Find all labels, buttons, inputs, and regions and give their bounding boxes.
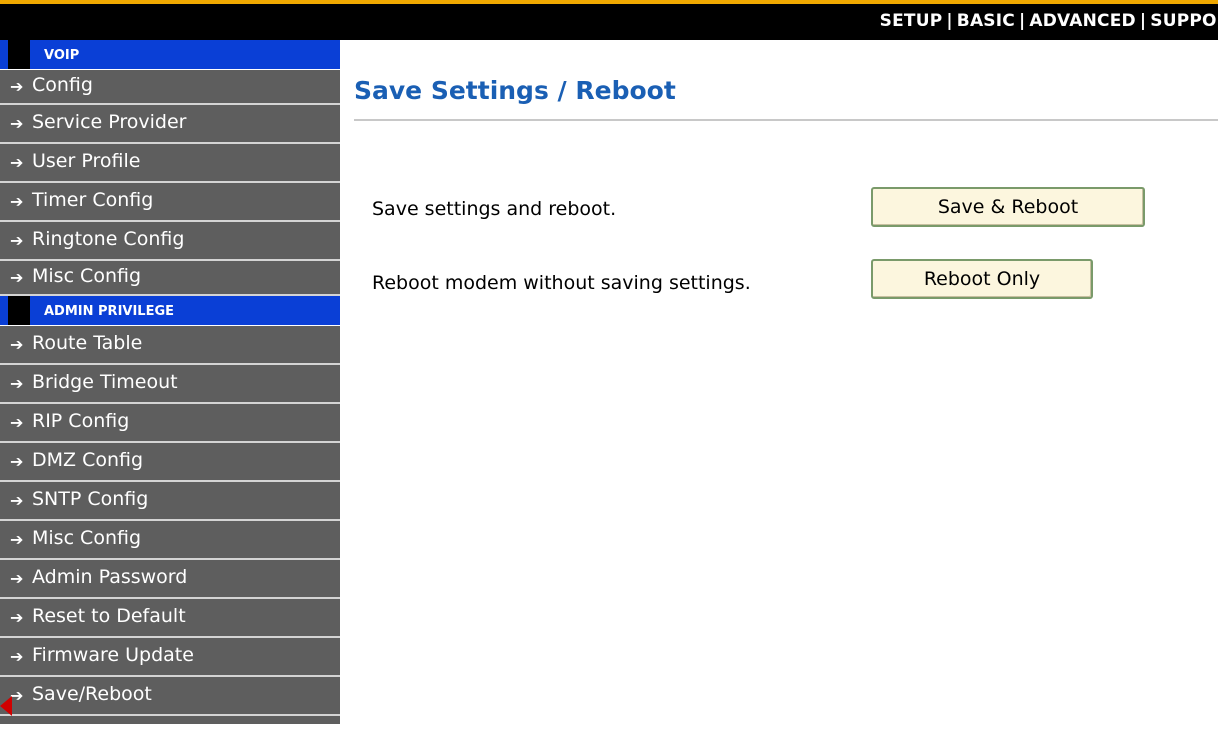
sidebar-item-label: Misc Config xyxy=(32,265,142,287)
sidebar-item-config[interactable]: ➔ Config xyxy=(0,70,340,105)
top-nav: SETUP|BASIC|ADVANCED|SUPPOR xyxy=(880,11,1218,31)
sidebar-item-sntp-config[interactable]: ➔ SNTP Config xyxy=(0,482,340,521)
title-divider xyxy=(354,119,1218,121)
nav-separator: | xyxy=(946,11,953,31)
sidebar-item-rip-config[interactable]: ➔ RIP Config xyxy=(0,404,340,443)
sidebar-item-label: Route Table xyxy=(32,332,143,354)
sidebar-item-service-provider[interactable]: ➔ Service Provider xyxy=(0,105,340,144)
sidebar: VOIP ➔ Config ➔ Service Provider ➔ User Pro… xyxy=(0,40,340,744)
sidebar-section-voip: VOIP xyxy=(0,40,340,70)
sidebar-footer xyxy=(0,716,340,724)
sidebar-item-firmware-update[interactable]: ➔ Firmware Update xyxy=(0,638,340,677)
sidebar-item-label: Reset to Default xyxy=(32,605,186,627)
sidebar-item-label: Timer Config xyxy=(32,189,154,211)
top-nav-bar: SETUP|BASIC|ADVANCED|SUPPOR xyxy=(0,0,1218,40)
sidebar-item-timer-config[interactable]: ➔ Timer Config xyxy=(0,183,340,222)
arrow-right-icon: ➔ xyxy=(10,530,24,549)
nav-separator: | xyxy=(1139,11,1147,31)
section-marker xyxy=(8,296,30,325)
section-header-label: ADMIN PRIVILEGE xyxy=(44,304,175,319)
reboot-only-description: Reboot modem without saving settings. xyxy=(372,272,751,294)
red-pointer-arrow xyxy=(0,696,12,716)
section-marker xyxy=(8,40,30,69)
reboot-only-button[interactable]: Reboot Only xyxy=(871,259,1093,299)
sidebar-item-label: RIP Config xyxy=(32,410,130,432)
sidebar-item-admin-password[interactable]: ➔ Admin Password xyxy=(0,560,340,599)
sidebar-item-label: User Profile xyxy=(32,150,141,172)
sidebar-item-label: Misc Config xyxy=(32,527,142,549)
sidebar-section-admin-privilege: ADMIN PRIVILEGE xyxy=(0,296,340,326)
nav-separator: | xyxy=(1018,11,1026,31)
nav-support[interactable]: SUPPOR xyxy=(1150,11,1218,31)
arrow-right-icon: ➔ xyxy=(10,647,24,666)
arrow-right-icon: ➔ xyxy=(10,452,24,471)
arrow-right-icon: ➔ xyxy=(10,77,24,96)
sidebar-item-save-reboot[interactable]: ➔ Save/Reboot xyxy=(0,677,340,716)
sidebar-item-label: DMZ Config xyxy=(32,449,144,471)
sidebar-item-user-profile[interactable]: ➔ User Profile xyxy=(0,144,340,183)
arrow-right-icon: ➔ xyxy=(10,335,24,354)
arrow-right-icon: ➔ xyxy=(10,374,24,393)
sidebar-item-misc-config[interactable]: ➔ Misc Config xyxy=(0,261,340,296)
arrow-right-icon: ➔ xyxy=(10,192,24,211)
sidebar-item-label: SNTP Config xyxy=(32,488,149,510)
arrow-right-icon: ➔ xyxy=(10,491,24,510)
sidebar-item-label: Ringtone Config xyxy=(32,228,185,250)
arrow-right-icon: ➔ xyxy=(10,153,24,172)
nav-setup[interactable]: SETUP xyxy=(880,11,943,31)
arrow-right-icon: ➔ xyxy=(10,608,24,627)
sidebar-item-route-table[interactable]: ➔ Route Table xyxy=(0,326,340,365)
sidebar-item-label: Admin Password xyxy=(32,566,188,588)
sidebar-item-admin-misc-config[interactable]: ➔ Misc Config xyxy=(0,521,340,560)
arrow-right-icon: ➔ xyxy=(10,268,24,287)
nav-advanced[interactable]: ADVANCED xyxy=(1029,11,1135,31)
page-title: Save Settings / Reboot xyxy=(354,76,676,105)
save-reboot-description: Save settings and reboot. xyxy=(372,198,617,220)
sidebar-item-label: Firmware Update xyxy=(32,644,194,666)
arrow-right-icon: ➔ xyxy=(10,114,24,133)
section-header-label: VOIP xyxy=(44,48,80,63)
arrow-right-icon: ➔ xyxy=(10,686,24,705)
sidebar-item-reset-to-default[interactable]: ➔ Reset to Default xyxy=(0,599,340,638)
nav-basic[interactable]: BASIC xyxy=(957,11,1015,31)
sidebar-item-ringtone-config[interactable]: ➔ Ringtone Config xyxy=(0,222,340,261)
sidebar-item-label: Service Provider xyxy=(32,111,187,133)
sidebar-item-label: Bridge Timeout xyxy=(32,371,178,393)
sidebar-item-dmz-config[interactable]: ➔ DMZ Config xyxy=(0,443,340,482)
arrow-right-icon: ➔ xyxy=(10,231,24,250)
sidebar-item-label: Config xyxy=(32,74,93,96)
save-and-reboot-button[interactable]: Save & Reboot xyxy=(871,187,1145,227)
sidebar-item-label: Save/Reboot xyxy=(32,683,152,705)
arrow-right-icon: ➔ xyxy=(10,413,24,432)
arrow-right-icon: ➔ xyxy=(10,569,24,588)
sidebar-item-bridge-timeout[interactable]: ➔ Bridge Timeout xyxy=(0,365,340,404)
